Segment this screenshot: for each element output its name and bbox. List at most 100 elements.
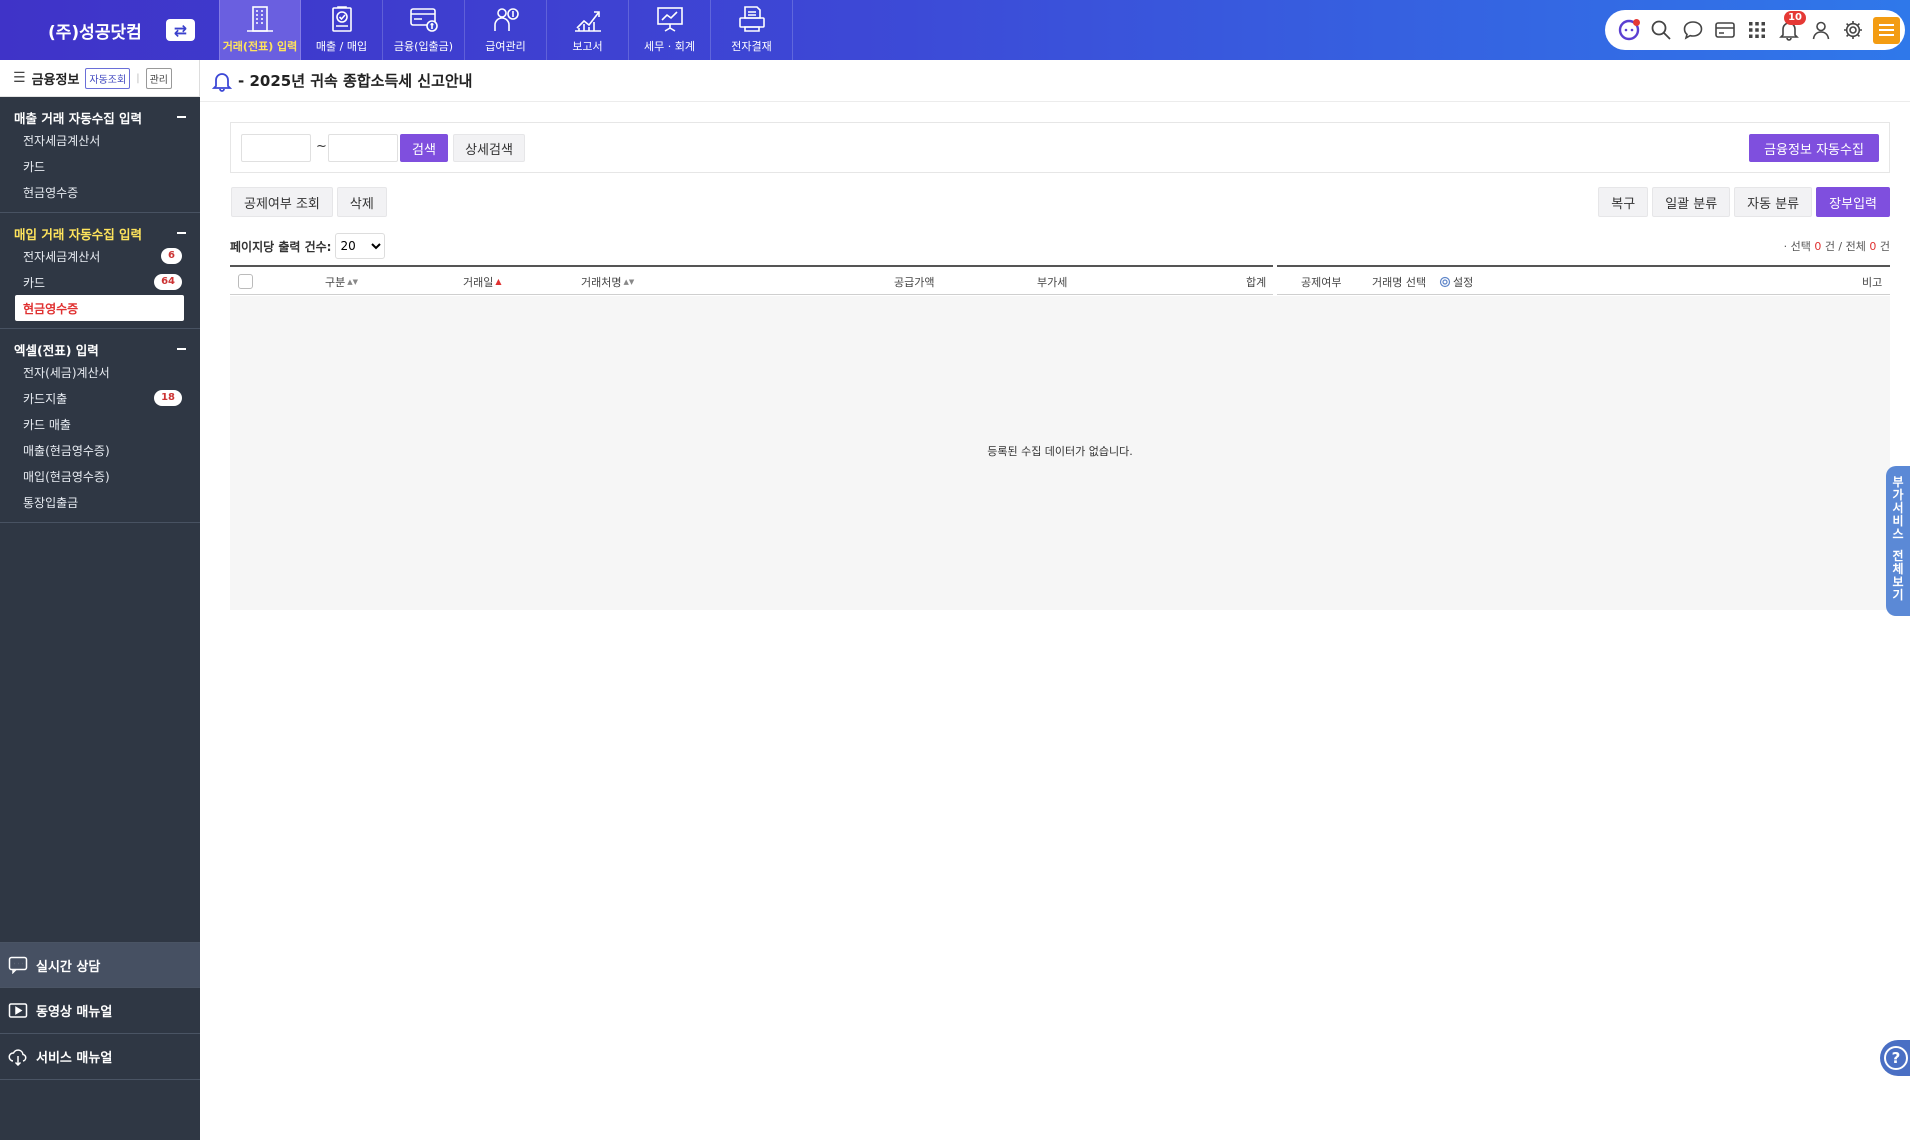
- hamburger-menu-button[interactable]: [1873, 16, 1900, 44]
- date-from-input[interactable]: [241, 134, 311, 162]
- sidebar-item[interactable]: 전자세금계산서: [0, 127, 200, 153]
- auto-query-chip[interactable]: 자동조회: [85, 67, 131, 89]
- notifications-button[interactable]: 10: [1777, 10, 1806, 42]
- hamburger-icon: [1879, 24, 1894, 26]
- section-toggle[interactable]: 매입 거래 자동수집 입력: [0, 223, 200, 243]
- nav-reports[interactable]: 보고서: [547, 0, 629, 60]
- delete-button[interactable]: 삭제: [336, 187, 387, 217]
- help-button[interactable]: ?: [1880, 1040, 1910, 1076]
- ledger-entry-button[interactable]: 장부입력: [1816, 187, 1890, 217]
- nav-label: 금융(입출금): [393, 40, 454, 53]
- bell-icon: [212, 72, 232, 92]
- link-label: 서비스 매뉴얼: [36, 1051, 113, 1066]
- chatbot-button[interactable]: [1617, 18, 1640, 42]
- column-date[interactable]: 거래일 ▲: [463, 274, 502, 290]
- credit-card-icon: [1714, 22, 1735, 38]
- search-icon: [1651, 20, 1671, 40]
- question-icon: ?: [1884, 1046, 1908, 1070]
- search-button[interactable]: 검색: [400, 134, 448, 162]
- gear-icon: [1439, 276, 1451, 288]
- utility-toolbar: 10: [1605, 10, 1905, 50]
- sidebar-item[interactable]: 현금영수증: [0, 179, 200, 205]
- sort-asc-icon: ▲: [495, 277, 502, 286]
- bulk-classify-button[interactable]: 일괄 분류: [1652, 187, 1731, 217]
- additional-services-tab[interactable]: 부 가 서 비 스 전 체 보 기: [1886, 466, 1910, 616]
- sidebar-item[interactable]: 매입(현금영수증): [0, 463, 200, 489]
- sidebar-item[interactable]: 카드 매출: [0, 411, 200, 437]
- main-nav: 거래(전표) 입력 매출 / 매입 금융(입출금) 급여관리 보고서 세무 · …: [219, 0, 793, 60]
- sidebar-item-label: 매출(현금영수증): [23, 443, 110, 458]
- selected-count: 0: [1814, 240, 1822, 253]
- section-toggle[interactable]: 매출 거래 자동수집 입력: [0, 107, 200, 127]
- manage-chip[interactable]: 관리: [145, 67, 172, 89]
- video-manual-link[interactable]: 동영상 매뉴얼: [0, 988, 200, 1034]
- section-title: 매입 거래 자동수집 입력: [14, 226, 143, 242]
- auto-collect-button[interactable]: 금융정보 자동수집: [1749, 134, 1879, 162]
- person-coin-icon: [493, 8, 519, 31]
- search-button[interactable]: [1649, 19, 1672, 42]
- section-title: 매출 거래 자동수집 입력: [14, 110, 143, 126]
- sidebar-item[interactable]: 카드 64: [0, 269, 200, 295]
- link-label: 실시간 상담: [36, 959, 101, 975]
- sidebar-item[interactable]: 전자세금계산서 6: [0, 243, 200, 269]
- nav-label: 전자결재: [731, 40, 772, 53]
- detail-search-button[interactable]: 상세검색: [453, 134, 525, 162]
- collapse-icon: [177, 116, 186, 118]
- count-suffix: 건: [1879, 240, 1890, 253]
- settings-button[interactable]: [1841, 19, 1864, 42]
- apps-button[interactable]: [1745, 19, 1768, 42]
- nav-finance[interactable]: 금융(입출금): [383, 0, 465, 60]
- sidebar-item[interactable]: 통장입출금: [0, 489, 200, 515]
- sidebar-item[interactable]: 전자(세금)계산서: [0, 359, 200, 385]
- chip-separator: |: [136, 72, 140, 84]
- nav-label: 급여관리: [485, 40, 526, 53]
- nav-sales-purchase[interactable]: 매출 / 매입: [301, 0, 383, 60]
- table-body: 등록된 수집 데이터가 없습니다.: [230, 296, 1890, 610]
- restore-button[interactable]: 복구: [1598, 187, 1649, 217]
- date-range-separator: ~: [316, 139, 327, 154]
- clipboard-check-icon: [331, 6, 352, 32]
- collapse-icon: [177, 232, 186, 234]
- per-page-select[interactable]: 20: [335, 233, 386, 259]
- column-transaction-name: 거래명 선택: [1372, 276, 1427, 289]
- sidebar-bottom-links: 실시간 상담 동영상 매뉴얼 서비스 매뉴얼: [0, 942, 200, 1080]
- search-panel: ~ 검색 상세검색 금융정보 자동수집: [230, 122, 1890, 173]
- gear-icon: [1843, 21, 1862, 39]
- column-vendor[interactable]: 거래처명 ▲▼: [581, 274, 634, 290]
- column-total: 합계: [1246, 276, 1267, 289]
- sidebar-item[interactable]: 카드지출 18: [0, 385, 200, 411]
- nav-transaction-input[interactable]: 거래(전표) 입력: [219, 0, 301, 60]
- top-navigation-bar: (주)성공닷컴 ⇄ 거래(전표) 입력 매출 / 매입 금융(입출금) 급여관리…: [0, 0, 1910, 60]
- date-to-input[interactable]: [328, 134, 398, 162]
- cloud-download-icon: [8, 1048, 27, 1066]
- sidebar-item[interactable]: 카드: [0, 153, 200, 179]
- sidebar-item[interactable]: 매출(현금영수증): [0, 437, 200, 463]
- column-settings[interactable]: 설정: [1439, 274, 1473, 290]
- sidebar: ☰ 금융정보 자동조회 | 관리 매출 거래 자동수집 입력 전자세금계산서 카…: [0, 60, 200, 1140]
- nav-e-approval[interactable]: 전자결재: [711, 0, 793, 60]
- select-all-checkbox[interactable]: [238, 274, 253, 289]
- table-header-right: 공제여부 거래명 선택 설정 비고: [1277, 265, 1890, 295]
- nav-payroll[interactable]: 급여관리: [465, 0, 547, 60]
- card-button[interactable]: [1713, 19, 1736, 42]
- swap-company-button[interactable]: ⇄: [166, 19, 195, 41]
- nav-tax-accounting[interactable]: 세무 · 회계: [629, 0, 711, 60]
- section-toggle[interactable]: 엑셀(전표) 입력: [0, 339, 200, 359]
- profile-button[interactable]: [1809, 19, 1832, 42]
- notice-bar[interactable]: - 2025년 귀속 종합소득세 신고안내: [200, 60, 1910, 102]
- per-page-control: 페이지당 출력 건수: 20: [230, 233, 386, 259]
- auto-classify-button[interactable]: 자동 분류: [1734, 187, 1813, 217]
- messages-button[interactable]: [1681, 19, 1704, 42]
- notice-text: - 2025년 귀속 종합소득세 신고안내: [238, 72, 473, 90]
- sidebar-item-selected[interactable]: 현금영수증: [15, 295, 184, 321]
- deduction-query-button[interactable]: 공제여부 조회: [231, 187, 333, 217]
- live-chat-link[interactable]: 실시간 상담: [0, 942, 200, 988]
- total-count: 0: [1869, 240, 1877, 253]
- sidebar-header: ☰ 금융정보 자동조회 | 관리: [0, 60, 200, 97]
- sidebar-section-sales: 매출 거래 자동수집 입력 전자세금계산서 카드 현금영수증: [0, 97, 200, 213]
- service-manual-link[interactable]: 서비스 매뉴얼: [0, 1034, 200, 1080]
- column-category[interactable]: 구분 ▲▼: [325, 274, 358, 290]
- user-icon: [1812, 21, 1829, 40]
- empty-message: 등록된 수집 데이터가 없습니다.: [987, 445, 1133, 458]
- apps-grid-icon: [1748, 22, 1765, 38]
